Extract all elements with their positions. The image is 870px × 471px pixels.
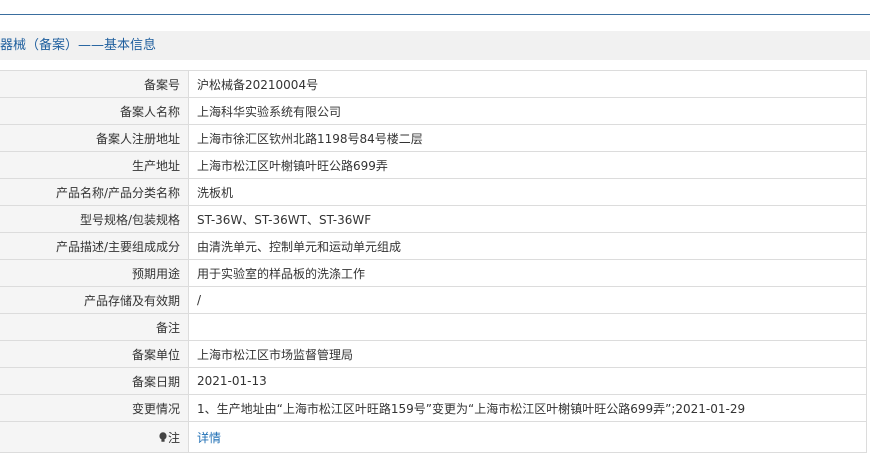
table-row: 预期用途 用于实验室的样品板的洗涤工作: [0, 259, 867, 287]
field-label: 产品名称/产品分类名称: [0, 178, 189, 206]
table-row: 备案人名称 上海科华实验系统有限公司: [0, 97, 867, 125]
field-value: 上海市松江区叶榭镇叶旺公路699弄: [188, 151, 867, 179]
section-header: 器械（备案）——基本信息: [0, 31, 870, 60]
field-label: 生产地址: [0, 151, 189, 179]
field-value: 沪松械备20210004号: [188, 70, 867, 98]
field-value: 1、生产地址由“上海市松江区叶旺路159号”变更为“上海市松江区叶榭镇叶旺公路6…: [188, 394, 867, 422]
field-value: 2021-01-13: [188, 367, 867, 395]
note-row: 注 详情: [0, 421, 867, 453]
table-row: 备注: [0, 313, 867, 341]
field-value: ST-36W、ST-36WT、ST-36WF: [188, 205, 867, 233]
field-label: 产品描述/主要组成成分: [0, 232, 189, 260]
table-row: 备案号 沪松械备20210004号: [0, 70, 867, 98]
table-row: 产品存储及有效期 /: [0, 286, 867, 314]
table-row: 变更情况 1、生产地址由“上海市松江区叶旺路159号”变更为“上海市松江区叶榭镇…: [0, 394, 867, 422]
table-row: 备案人注册地址 上海市徐汇区钦州北路1198号84号楼二层: [0, 124, 867, 152]
field-value: 用于实验室的样品板的洗涤工作: [188, 259, 867, 287]
note-label: 注: [167, 430, 180, 445]
table-row: 备案日期 2021-01-13: [0, 367, 867, 395]
field-label: 型号规格/包装规格: [0, 205, 189, 233]
table-row: 型号规格/包装规格 ST-36W、ST-36WT、ST-36WF: [0, 205, 867, 233]
field-label: 备案号: [0, 70, 189, 98]
field-value: 洗板机: [188, 178, 867, 206]
basic-info-table: 备案号 沪松械备20210004号 备案人名称 上海科华实验系统有限公司 备案人…: [0, 70, 867, 453]
table-row: 生产地址 上海市松江区叶榭镇叶旺公路699弄: [0, 151, 867, 179]
field-label: 备案人注册地址: [0, 124, 189, 152]
page-title: 器械（备案）——基本信息: [0, 38, 157, 53]
field-value: 由清洗单元、控制单元和运动单元组成: [188, 232, 867, 260]
field-label: 备注: [0, 313, 189, 341]
table-row: 产品名称/产品分类名称 洗板机: [0, 178, 867, 206]
note-value-cell: 详情: [188, 421, 867, 453]
field-value: 上海市徐汇区钦州北路1198号84号楼二层: [188, 124, 867, 152]
field-label: 备案日期: [0, 367, 189, 395]
field-value: 上海市松江区市场监督管理局: [188, 340, 867, 368]
field-label: 备案单位: [0, 340, 189, 368]
field-label: 变更情况: [0, 394, 189, 422]
field-label: 预期用途: [0, 259, 189, 287]
note-label-cell: 注: [0, 421, 189, 453]
table-row: 备案单位 上海市松江区市场监督管理局: [0, 340, 867, 368]
details-link[interactable]: 详情: [197, 431, 221, 445]
field-label: 产品存储及有效期: [0, 286, 189, 314]
field-value: [188, 313, 867, 341]
table-row: 产品描述/主要组成成分 由清洗单元、控制单元和运动单元组成: [0, 232, 867, 260]
field-label: 备案人名称: [0, 97, 189, 125]
field-value: /: [188, 286, 867, 314]
page-bottom-spacer: [0, 460, 870, 471]
field-value: 上海科华实验系统有限公司: [188, 97, 867, 125]
lightbulb-icon: [159, 431, 167, 442]
top-divider: [0, 14, 870, 15]
